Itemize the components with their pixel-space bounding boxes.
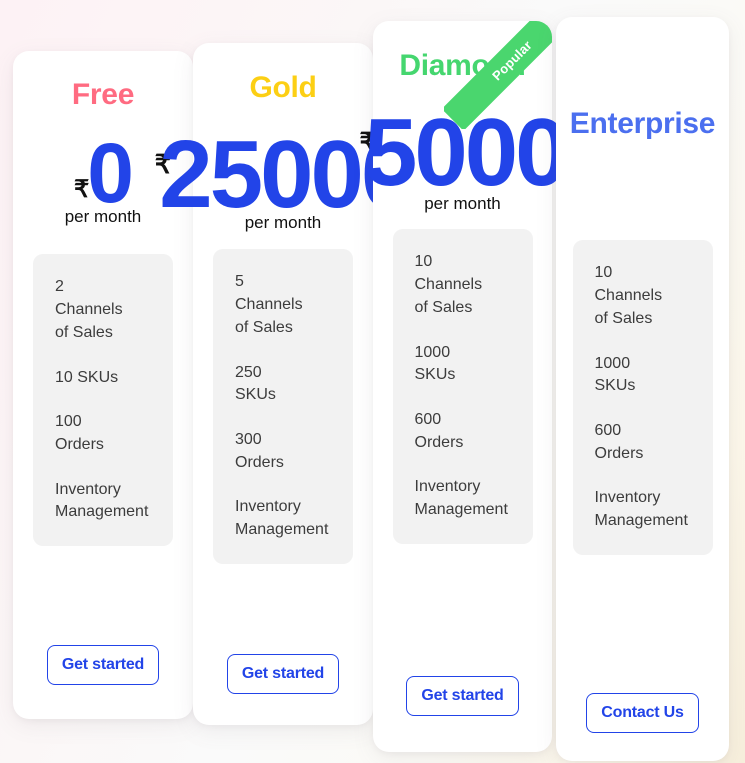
feature-item: Inventory Management	[235, 498, 329, 539]
feature-list: 10 Channels of Sales 1000 SKUs 600 Orders I…	[392, 229, 533, 544]
pricing-card-diamond: Popular Diamond ₹5000 per month 10 Channels …	[359, 21, 569, 752]
plan-name: Diamond	[399, 49, 526, 82]
price-row: ₹5000	[359, 99, 569, 207]
cta-button-free[interactable]: Get started	[46, 645, 160, 685]
feature-item: 2 Channels of Sales	[55, 278, 123, 341]
plan-name: Gold	[249, 71, 317, 104]
feature-item: 100 Orders	[55, 413, 104, 453]
feature-list: 2 Channels of Sales 10 SKUs 100 Orders Inve…	[33, 254, 173, 547]
feature-item: 300 Orders	[235, 430, 284, 471]
price-block: ₹5000 per month	[359, 101, 568, 214]
cta-button-enterprise[interactable]: Contact Us	[586, 693, 699, 733]
plan-name: Free	[71, 78, 135, 111]
feature-item: 10 Channels of Sales	[414, 253, 483, 316]
feature-item: 5 Channels of Sales	[235, 273, 303, 336]
feature-item: 1000 SKUs	[594, 354, 636, 395]
feature-list: 5 Channels of Sales 250 SKUs 300 Orders Inv…	[213, 249, 353, 564]
price-amount: 5000	[363, 99, 569, 207]
feature-item: Inventory Management	[55, 480, 149, 521]
feature-item: Inventory Management	[594, 489, 688, 530]
pricing-card-enterprise: Enterprise 10 Channels of Sales 1000 SKUs 6…	[556, 17, 729, 761]
price-amount: 0	[87, 126, 134, 221]
price-block: ₹25000 per month	[155, 121, 414, 233]
pricing-plans-container: Free ₹0 per month 2 Channels of Sales 10 SKU…	[0, 0, 745, 763]
price-row: ₹0	[74, 126, 134, 221]
cta-button-gold[interactable]: Get started	[226, 654, 340, 694]
feature-item: Inventory Management	[414, 478, 508, 519]
feature-item: 600 Orders	[414, 410, 464, 451]
feature-list: 10 Channels of Sales 1000 SKUs 600 Orders I…	[572, 240, 713, 555]
feature-item: 10 Channels of Sales	[594, 264, 663, 327]
cta-button-diamond[interactable]: Get started	[406, 676, 519, 716]
pricing-card-gold: Gold ₹25000 per month 5 Channels of Sales 25…	[155, 43, 414, 725]
feature-item: 10 SKUs	[55, 368, 119, 386]
feature-item: 1000 SKUs	[414, 343, 456, 384]
feature-item: 600 Orders	[594, 421, 644, 462]
plan-name: Enterprise	[569, 107, 716, 140]
feature-item: 250 SKUs	[235, 363, 276, 404]
